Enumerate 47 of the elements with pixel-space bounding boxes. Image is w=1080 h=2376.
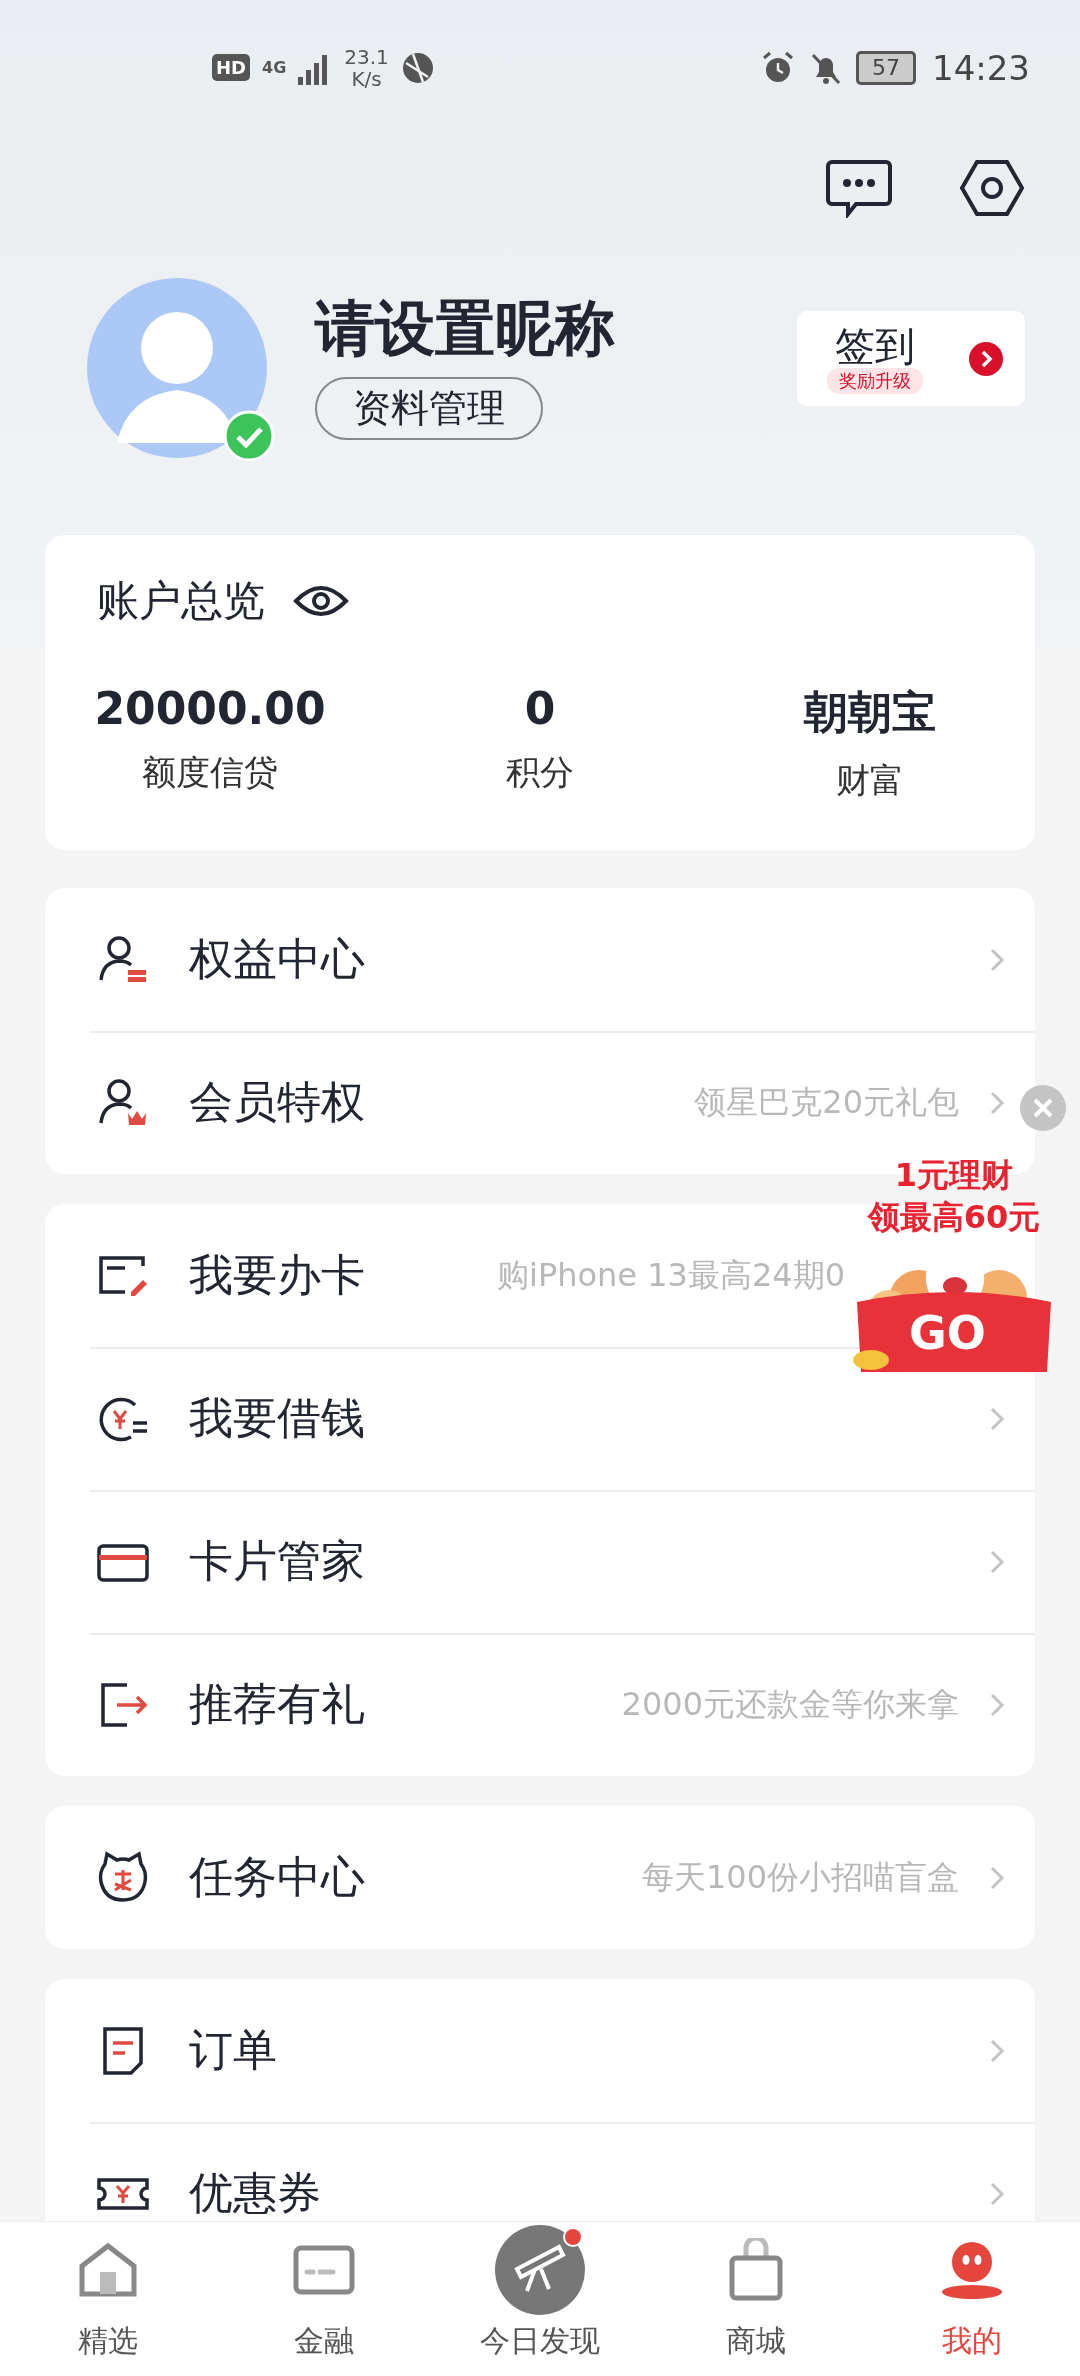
message-icon[interactable] [826,157,892,218]
profile-icon [940,2240,1004,2300]
menu-title[interactable]: 我要借钱 [189,1389,365,1448]
menu-subtitle: 每天100份小招喵盲盒 [641,1856,959,1898]
tab-item[interactable]: 今日发现 [432,2222,648,2376]
stat-label: 积分 [506,751,574,794]
promo-text[interactable]: 领最高60元 [867,1196,1041,1239]
profile-button[interactable]: 资料管理 [315,377,543,440]
stat-value[interactable]: 20000.00 [94,683,326,734]
hd-indicator: HD [212,54,250,81]
tab-item[interactable]: 金融 [216,2222,432,2376]
menu-title[interactable]: 会员特权 [189,1073,365,1132]
eye-icon[interactable] [293,583,349,619]
menu-title[interactable]: 优惠券 [189,2164,321,2221]
home-icon [78,2242,138,2298]
checkin-button[interactable]: 签到 奖励升级 [797,311,1025,406]
menu-subtitle: 购iPhone 13最高24期0 [497,1254,845,1296]
bag-icon [728,2238,784,2302]
globe-icon [400,50,435,85]
tab-item[interactable]: 精选 [0,2222,216,2376]
stat-value[interactable]: 0 [524,683,556,734]
nickname: 请设置昵称 [315,295,615,361]
battery-icon: 57 [856,50,916,85]
menu-title[interactable]: 推荐有礼 [189,1675,365,1734]
speed-unit: K/s [351,67,382,90]
clock-time: 14:23 [932,47,1030,88]
promo-text[interactable]: 1元理财 [894,1155,1014,1197]
reward-tag: 奖励升级 [827,367,923,394]
stat-label: 财富 [836,759,904,802]
network-speed: 23.1 [344,45,389,68]
stat-value[interactable]: 朝朝宝 [804,683,936,742]
menu-title[interactable]: 权益中心 [189,930,365,989]
account-title: 账户总览 [97,575,265,627]
stat-label: 额度信贷 [142,751,278,794]
menu-title[interactable]: 订单 [189,2021,277,2080]
network-type: 4G [262,58,287,77]
menu-title[interactable]: 卡片管家 [189,1532,365,1591]
settings-icon[interactable] [960,158,1024,217]
checkin-label: 签到 [835,323,915,368]
tab-item[interactable]: 商城 [648,2222,864,2376]
telescope-icon [495,2225,585,2315]
menu-title[interactable]: 任务中心 [189,1848,365,1907]
card-icon [293,2245,355,2295]
menu-subtitle: 2000元还款金等你来拿 [621,1683,959,1725]
menu-subtitle: 领星巴克20元礼包 [694,1081,959,1123]
menu-title[interactable]: 我要办卡 [189,1246,365,1305]
tab-item[interactable]: 我的 [864,2222,1080,2376]
